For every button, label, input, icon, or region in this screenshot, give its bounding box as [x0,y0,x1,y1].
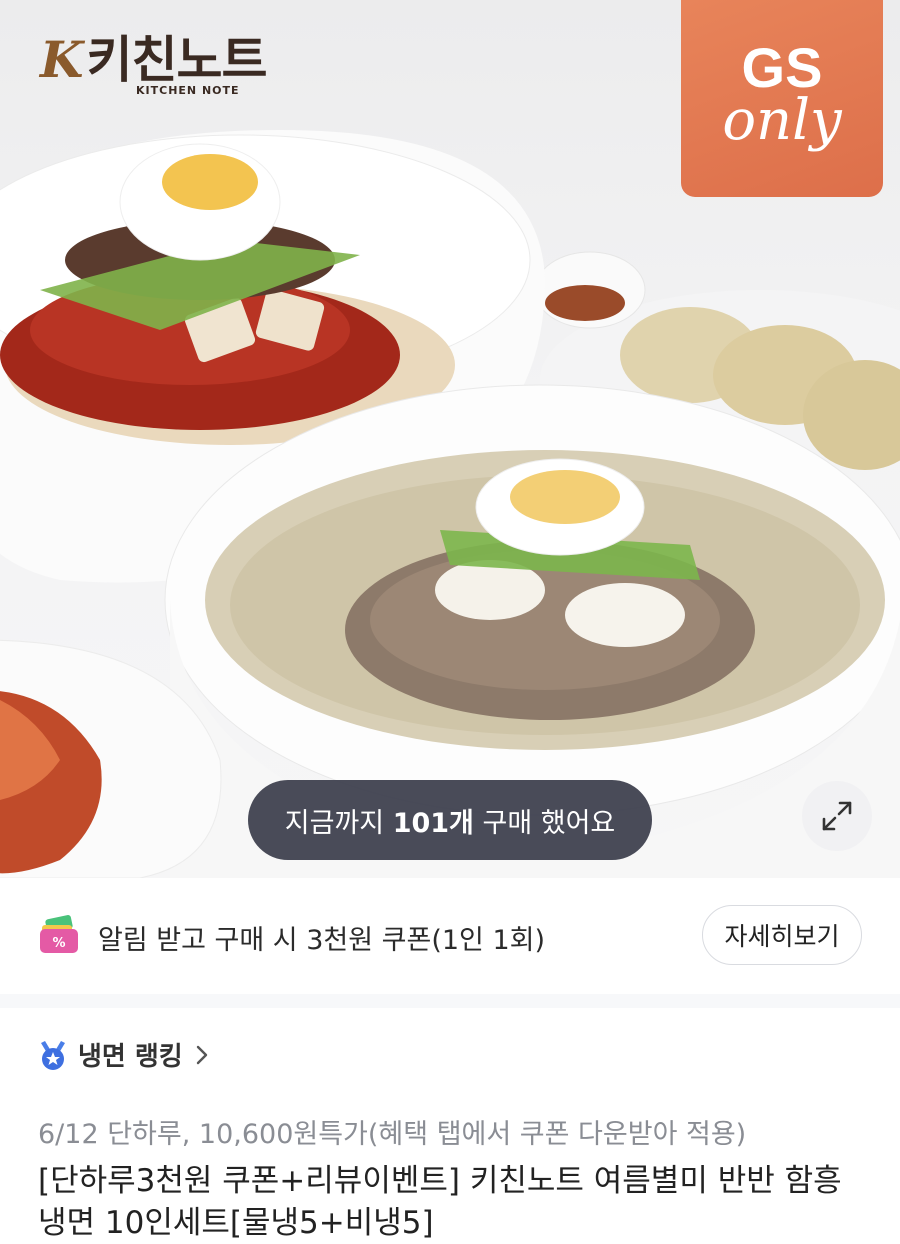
medal-icon [41,1040,65,1070]
purchase-count-pill: 지금까지 101개 구매 했어요 [248,780,652,860]
gs-badge-line2: only [722,88,842,153]
coupon-banner[interactable]: % 알림 받고 구매 시 3천원 쿠폰(1인 1회) 자세히보기 [0,878,900,995]
expand-image-button[interactable] [802,781,872,851]
expand-icon [822,801,852,831]
coupon-wallet-icon: % [40,915,78,953]
ranking-label: 냉면 랭킹 [78,1042,183,1072]
promo-text: 6/12 단하루, 10,600원특가(혜택 탭에서 쿠폰 다운받아 적용) [38,1119,747,1150]
section-divider [0,994,900,1008]
brand-k-mark: K [40,30,83,89]
chevron-right-icon [196,1045,207,1064]
svg-text:%: % [52,936,65,951]
product-image-hero[interactable]: K 키친노트 KITCHEN NOTE GS only 지금까지 101개 구매… [0,0,900,878]
purchase-count: 101개 [392,807,474,839]
gs-only-badge: GS only [681,0,883,197]
coupon-text: 알림 받고 구매 시 3천원 쿠폰(1인 1회) [98,925,546,956]
purchase-suffix: 구매 했어요 [473,807,616,839]
brand-name: 키친노트 [86,31,267,89]
brand-logo: K 키친노트 KITCHEN NOTE [40,30,267,98]
detail-view-button[interactable]: 자세히보기 [702,905,862,965]
product-title: [단하루3천원 쿠폰+리뷰이벤트] 키친노트 여름별미 반반 함흥냉면 10인세… [38,1163,842,1241]
ranking-link[interactable]: 냉면 랭킹 [38,1036,209,1073]
purchase-prefix: 지금까지 [284,807,393,839]
